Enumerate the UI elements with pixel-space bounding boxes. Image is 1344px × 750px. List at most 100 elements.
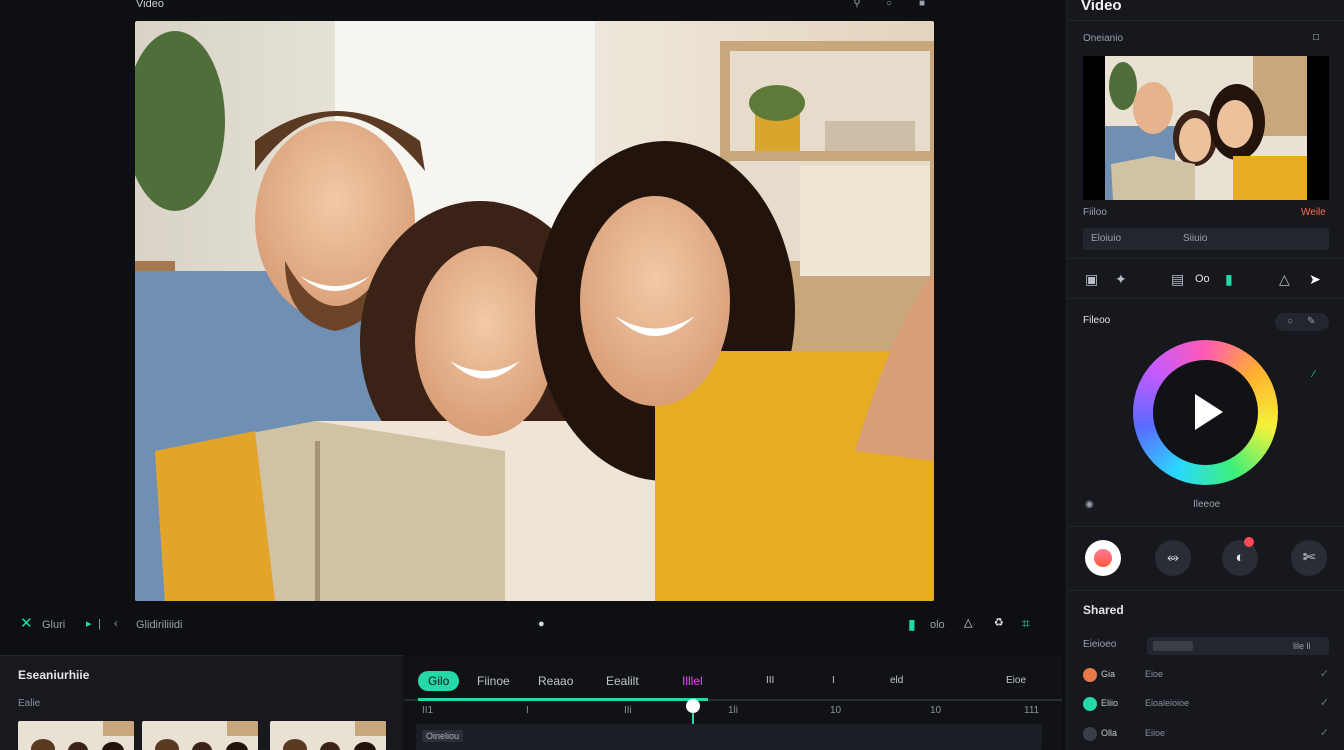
crop-icon[interactable]: ⌗ — [1022, 615, 1030, 631]
play-icon[interactable] — [1195, 394, 1223, 430]
library-subtitle: Ealie — [18, 698, 41, 709]
ruler-tick: 10 — [930, 705, 942, 716]
expand-icon[interactable]: □ — [1313, 31, 1319, 45]
list-item-label: Eliio — [1101, 698, 1119, 708]
slider-fill — [1153, 641, 1193, 651]
list-item-label: Olla — [1101, 728, 1118, 738]
sparkle-icon[interactable]: ✦ — [1115, 270, 1127, 288]
field-left-label: Eloiuio — [1091, 233, 1122, 244]
ring-caption: Ileeoe — [1193, 499, 1221, 510]
notification-dot — [1244, 537, 1254, 547]
share-button[interactable]: ⥈ — [1155, 540, 1191, 576]
check-icon[interactable]: ✓ — [1320, 696, 1329, 709]
sticker-icon — [1094, 549, 1112, 567]
list-item[interactable]: Eliio Eioaleioioe ✓ — [1083, 694, 1329, 716]
mode-toggle[interactable]: ○ ✎ — [1275, 313, 1329, 331]
video-track[interactable]: Oineliou — [416, 724, 1042, 750]
media-library: Eseaniurhiie Ealie — [0, 655, 403, 750]
bell-icon[interactable]: △ — [964, 615, 972, 631]
tab-timeline[interactable]: Gilo — [418, 671, 460, 691]
mask-icon: ◐ — [1235, 549, 1245, 566]
ruler-tick: IIi — [624, 705, 632, 716]
ruler-tick: 111 — [1024, 705, 1040, 716]
tag-icon[interactable]: ○ — [883, 0, 895, 9]
divider — [1067, 526, 1344, 527]
monitor-icon[interactable]: ▤ — [1171, 270, 1184, 288]
timeline-label: Eioe — [1006, 675, 1027, 686]
divider — [1067, 590, 1344, 591]
scissors-icon: ✄ — [1302, 549, 1316, 566]
ruler-tick: 10 — [830, 705, 842, 716]
shape-icon[interactable]: △ — [1279, 270, 1290, 288]
divider-icon: | — [98, 618, 101, 630]
check-icon[interactable]: ✓ — [1320, 667, 1329, 680]
media-thumbnail[interactable] — [142, 721, 258, 750]
scissors-button[interactable]: ✄ — [1291, 540, 1327, 576]
progress-line — [418, 698, 708, 701]
tab-fiinoe[interactable]: Fiinoe — [477, 671, 510, 691]
pin-icon — [1083, 727, 1097, 741]
color-wheel[interactable] — [1133, 340, 1278, 485]
ruler-tick: 1li — [728, 705, 739, 716]
list-item-value: Eiioe — [1145, 728, 1166, 738]
list-item[interactable]: Olla Eiioe ✓ — [1083, 724, 1329, 746]
forward-icon[interactable]: ➤ — [1309, 270, 1321, 288]
avatar-icon — [1083, 668, 1097, 682]
color-wheel-center — [1153, 360, 1258, 465]
timeline-label: I — [832, 675, 835, 686]
color-section-label: Fileoo — [1083, 315, 1111, 326]
tab-eealilt[interactable]: Eealilt — [606, 671, 639, 691]
levels-icon[interactable]: ▮ — [908, 616, 916, 632]
panel-video-thumbnail[interactable] — [1083, 56, 1329, 200]
close-icon[interactable]: ✕ — [20, 616, 33, 632]
timeline-label: III — [766, 675, 775, 686]
list-item[interactable]: Gia Eioe ✓ — [1083, 665, 1329, 687]
section-label: Oneianio — [1083, 33, 1124, 44]
recycle-icon[interactable]: ♻ — [994, 615, 1004, 631]
waveform-icon[interactable]: ▮ — [1225, 270, 1233, 288]
edit-icon[interactable]: ✎ — [1307, 315, 1315, 329]
record-icon[interactable]: ◉ — [1085, 498, 1094, 512]
shared-title: Shared — [1083, 603, 1124, 617]
transport-label: Gluri — [42, 619, 66, 631]
panel-field[interactable]: Eloiuio Siiuio — [1083, 228, 1329, 250]
divider — [1067, 20, 1344, 21]
slider-track[interactable]: lile li — [1147, 637, 1329, 655]
meta-value: Weile — [1301, 207, 1326, 218]
library-title: Eseaniurhiie — [18, 668, 90, 682]
lock-icon[interactable]: ○ — [1287, 315, 1293, 329]
track-label: Oineliou — [422, 730, 464, 742]
check-icon[interactable]: ✓ — [1320, 726, 1329, 739]
play-small-icon[interactable]: ▸ — [86, 616, 92, 632]
slider-label: Eieioeo — [1083, 639, 1117, 650]
playhead-dot-icon[interactable]: ● — [538, 616, 545, 632]
video-preview[interactable] — [135, 21, 934, 601]
share-icon: ⥈ — [1166, 549, 1179, 566]
ruler-tick: II1 — [422, 705, 434, 716]
transport-bar: ✕ Gluri ▸ | ‹ Glidiriliiidi ● ▮ olo △ ♻ … — [0, 604, 1062, 648]
playhead-handle[interactable] — [686, 699, 700, 713]
panel-title: Video — [1081, 0, 1122, 14]
page-title: Video — [136, 0, 164, 10]
ruler-tick: I — [526, 705, 529, 716]
timeline-label: eld — [890, 675, 904, 686]
back-icon[interactable]: ‹ — [114, 616, 118, 632]
list-item-value: Eioe — [1145, 669, 1164, 679]
meta-label: Fiiloo — [1083, 207, 1107, 218]
timecode: Glidiriliiidi — [136, 619, 183, 631]
tab-illlel[interactable]: Illlel — [682, 671, 703, 691]
tab-reaao[interactable]: Reaao — [538, 671, 573, 691]
slider-value: lile li — [1293, 641, 1311, 651]
sticker-button[interactable] — [1085, 540, 1121, 576]
preview-photo — [135, 21, 934, 601]
media-thumbnail[interactable] — [18, 721, 134, 750]
window-icon[interactable]: ■ — [916, 0, 928, 9]
status-icon — [1083, 697, 1097, 711]
divider — [1067, 298, 1344, 299]
media-thumbnail[interactable] — [270, 721, 386, 750]
list-item-label: Gia — [1101, 669, 1116, 679]
inspector-panel: Video Oneianio □ Fiiloo Weile Eloiuio Si… — [1066, 0, 1344, 750]
search-icon[interactable]: ⚲ — [851, 0, 863, 9]
image-icon[interactable]: ▣ — [1085, 270, 1098, 288]
pencil-icon[interactable]: ∕ — [1313, 368, 1315, 382]
